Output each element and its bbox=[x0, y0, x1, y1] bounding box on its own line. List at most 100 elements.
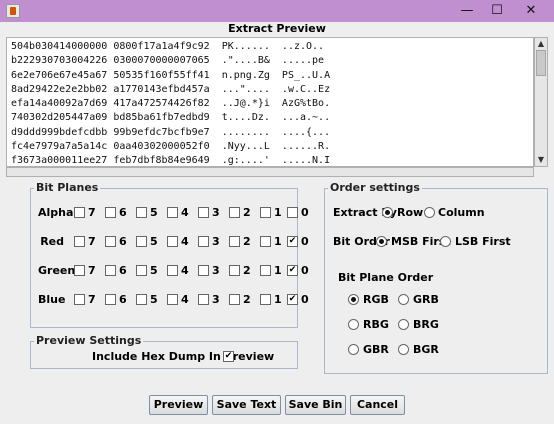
bit-checkbox-red-7[interactable] bbox=[74, 236, 85, 247]
save-text-button[interactable]: Save Text bbox=[212, 395, 281, 415]
hex-line: 504b030414000000 0800f17a1a4f9c92 PK....… bbox=[11, 41, 325, 52]
bit-checkbox-alpha-2[interactable] bbox=[229, 207, 240, 218]
maximize-icon[interactable]: ☐ bbox=[480, 0, 514, 22]
plane-order-radio-grb[interactable] bbox=[398, 294, 409, 305]
bit-label: 6 bbox=[119, 264, 127, 277]
bit-checkbox-green-1[interactable] bbox=[260, 265, 271, 276]
hex-dump-checkbox[interactable]: ✔ bbox=[223, 351, 234, 362]
bit-label: 2 bbox=[243, 293, 251, 306]
hex-line: efa14a40092a7d69 417a472574426f82 ..J@.*… bbox=[11, 98, 331, 110]
java-app-icon bbox=[6, 4, 20, 18]
bit-checkbox-green-5[interactable] bbox=[136, 265, 147, 276]
bit-checkbox-red-3[interactable] bbox=[198, 236, 209, 247]
bit-label: 1 bbox=[274, 235, 282, 248]
bit-label: 1 bbox=[274, 206, 282, 219]
bit-checkbox-alpha-7[interactable] bbox=[74, 207, 85, 218]
extract-by-row-label: Row bbox=[397, 206, 424, 219]
bit-checkbox-red-6[interactable] bbox=[105, 236, 116, 247]
plane-order-radio-rbg[interactable] bbox=[348, 319, 359, 330]
scroll-down-icon[interactable]: ▼ bbox=[535, 154, 547, 166]
plane-order-label-rbg: RBG bbox=[363, 318, 389, 331]
bit-plane-row-label-red: Red bbox=[40, 235, 64, 248]
bit-checkbox-red-5[interactable] bbox=[136, 236, 147, 247]
bit-checkbox-blue-2[interactable] bbox=[229, 294, 240, 305]
extract-by-row-radio[interactable] bbox=[382, 207, 393, 218]
hex-line: f3673a000011ee27 feb7dbf8b84e9649 .g:...… bbox=[11, 155, 331, 167]
plane-order-radio-bgr[interactable] bbox=[398, 344, 409, 355]
bit-checkbox-green-7[interactable] bbox=[74, 265, 85, 276]
bit-checkbox-alpha-6[interactable] bbox=[105, 207, 116, 218]
plane-order-radio-brg[interactable] bbox=[398, 319, 409, 330]
bit-checkbox-alpha-3[interactable] bbox=[198, 207, 209, 218]
bit-label: 5 bbox=[150, 206, 158, 219]
bit-checkbox-green-6[interactable] bbox=[105, 265, 116, 276]
bit-checkbox-green-2[interactable] bbox=[229, 265, 240, 276]
extract-by-column-radio[interactable] bbox=[424, 207, 435, 218]
bit-label: 4 bbox=[181, 206, 189, 219]
bit-label: 4 bbox=[181, 264, 189, 277]
bit-checkbox-red-4[interactable] bbox=[167, 236, 178, 247]
bit-label: 3 bbox=[212, 235, 220, 248]
bit-label: 7 bbox=[88, 206, 96, 219]
bit-checkbox-blue-3[interactable] bbox=[198, 294, 209, 305]
plane-order-radio-gbr[interactable] bbox=[348, 344, 359, 355]
bit-label: 4 bbox=[181, 235, 189, 248]
bit-label: 6 bbox=[119, 235, 127, 248]
hex-line: 740302d205447a09 bd85ba61fb7edbd9 t....D… bbox=[11, 112, 331, 124]
plane-order-label-rgb: RGB bbox=[363, 293, 389, 306]
bit-checkbox-red-1[interactable] bbox=[260, 236, 271, 247]
bit-label: 0 bbox=[301, 235, 309, 248]
preview-button[interactable]: Preview bbox=[149, 395, 208, 415]
extract-by-column-label: Column bbox=[438, 206, 485, 219]
bit-checkbox-blue-1[interactable] bbox=[260, 294, 271, 305]
scroll-up-icon[interactable]: ▲ bbox=[535, 38, 547, 50]
msb-first-radio[interactable] bbox=[376, 236, 387, 247]
hex-preview-area[interactable]: 504b030414000000 0800f17a1a4f9c92 PK....… bbox=[6, 37, 534, 167]
window-titlebar[interactable]: — ☐ ✕ bbox=[0, 0, 554, 22]
bit-checkbox-blue-0[interactable]: ✔ bbox=[287, 294, 298, 305]
hex-line: fc4e7979a7a5a14c 0aa40302000052f0 .Nyy..… bbox=[11, 141, 331, 153]
bit-label: 4 bbox=[181, 293, 189, 306]
bit-checkbox-blue-4[interactable] bbox=[167, 294, 178, 305]
plane-order-radio-rgb[interactable] bbox=[348, 294, 359, 305]
lsb-first-radio[interactable] bbox=[440, 236, 451, 247]
preview-settings-title: Preview Settings bbox=[34, 334, 144, 347]
bit-checkbox-red-0[interactable]: ✔ bbox=[287, 236, 298, 247]
bit-label: 0 bbox=[301, 264, 309, 277]
bit-checkbox-alpha-0[interactable] bbox=[287, 207, 298, 218]
bit-label: 6 bbox=[119, 206, 127, 219]
bit-checkbox-alpha-4[interactable] bbox=[167, 207, 178, 218]
horizontal-scrollbar[interactable] bbox=[6, 167, 534, 177]
bit-label: 1 bbox=[274, 293, 282, 306]
bit-label: 1 bbox=[274, 264, 282, 277]
bit-checkbox-green-4[interactable] bbox=[167, 265, 178, 276]
vertical-scrollbar[interactable]: ▲ ▼ bbox=[534, 37, 548, 167]
save-bin-button[interactable]: Save Bin bbox=[285, 395, 346, 415]
bit-checkbox-alpha-5[interactable] bbox=[136, 207, 147, 218]
close-icon[interactable]: ✕ bbox=[514, 0, 548, 22]
hex-line: d9ddd999bdefcdbb 99b9efdc7bcfb9e7 ......… bbox=[11, 126, 331, 138]
extract-preview-window: — ☐ ✕ Extract Preview 504b030414000000 0… bbox=[0, 0, 554, 424]
bit-checkbox-green-3[interactable] bbox=[198, 265, 209, 276]
bit-label: 2 bbox=[243, 264, 251, 277]
minimize-icon[interactable]: — bbox=[450, 0, 484, 22]
hex-line: 8ad29422e2e2bb02 a1770143efbd457a ..."..… bbox=[11, 83, 331, 95]
scrollbar-thumb[interactable] bbox=[536, 50, 546, 76]
bit-checkbox-red-2[interactable] bbox=[229, 236, 240, 247]
bit-label: 7 bbox=[88, 235, 96, 248]
bit-checkbox-blue-7[interactable] bbox=[74, 294, 85, 305]
hex-dump-text: 504b030414000000 0800f17a1a4f9c92 PK....… bbox=[11, 40, 331, 167]
hex-line: 6e2e706e67e45a67 50535f160f55ff41 n.png.… bbox=[11, 69, 331, 81]
cancel-button[interactable]: Cancel bbox=[350, 395, 405, 415]
bit-checkbox-green-0[interactable]: ✔ bbox=[287, 265, 298, 276]
bit-checkbox-blue-6[interactable] bbox=[105, 294, 116, 305]
bit-label: 5 bbox=[150, 235, 158, 248]
bit-label: 5 bbox=[150, 264, 158, 277]
bit-label: 7 bbox=[88, 264, 96, 277]
bit-checkbox-blue-5[interactable] bbox=[136, 294, 147, 305]
plane-order-label-grb: GRB bbox=[413, 293, 439, 306]
bit-label: 2 bbox=[243, 206, 251, 219]
bit-checkbox-alpha-1[interactable] bbox=[260, 207, 271, 218]
lsb-first-label: LSB First bbox=[455, 235, 511, 248]
bit-label: 0 bbox=[301, 293, 309, 306]
